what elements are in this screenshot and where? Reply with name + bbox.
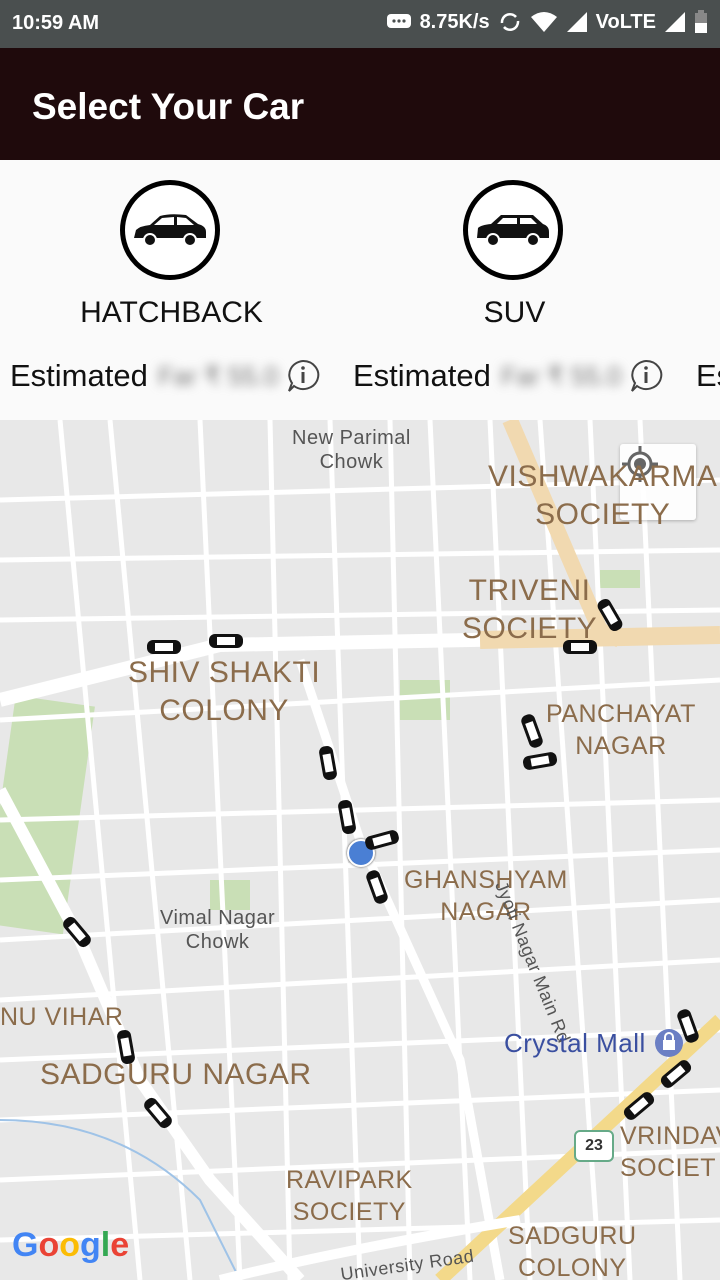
map-view[interactable]: New Parimal Chowk VISHWAKARMA SOCIETY TR… [0,420,720,1280]
fare-estimate: Estimated Far ₹ 55.0 [10,358,320,394]
highway-shield: 23 [574,1130,614,1162]
network-type: VoLTE [595,10,656,33]
car-option-suv[interactable]: SUV Estimated Far ₹ 55.0 [343,160,686,420]
label-new-parimal: New Parimal Chowk [292,427,411,473]
label-vimal: Vimal Nagar Chowk [160,907,276,953]
fare-estimate: Estimated Far ₹ 55.0 [353,358,663,394]
car-name: SUV [483,296,546,329]
sync-icon [500,13,519,31]
label-sadguru: SADGURU NAGAR [40,1058,312,1091]
label-nu-vihar: NU VIHAR [0,1003,124,1031]
label-triveni: TRIVENI SOCIETY [462,574,598,645]
hatchback-car-icon[interactable] [120,180,220,280]
estimate-value: Far ₹ 55.0 [157,360,279,391]
signal-icon-2 [665,12,685,32]
car-name: HATCHBACK [80,296,263,329]
label-panchayat: PANCHAYAT NAGAR [546,700,696,760]
car-selector: HATCHBACK Estimated Far ₹ 55.0 SUV Estim… [0,160,720,420]
taxi-icon[interactable] [562,638,598,656]
shopping-bag-icon [655,1029,683,1057]
label-shiv-shakti: SHIV SHAKTI COLONY [128,656,321,727]
message-icon [386,14,411,28]
label-sadguru-colony: SADGURU COLONY [508,1222,637,1280]
info-icon[interactable] [286,359,320,393]
label-vrindav: VRINDAV SOCIET [620,1122,720,1182]
signal-icon [566,12,587,32]
wifi-icon [530,12,557,32]
estimate-label: Estimated [10,358,148,393]
status-time: 10:59 AM [12,12,100,34]
network-speed: 8.75K/s [419,10,490,33]
estimate-label-partial: Es [696,358,720,393]
battery-icon [695,10,707,33]
info-icon[interactable] [629,359,663,393]
google-logo: Google [12,1226,130,1264]
estimate-value: Far ₹ 55.0 [500,360,622,391]
page-title: Select Your Car [32,86,305,127]
status-bar: 10:59 AM 8.75K/s VoLTE [0,0,720,48]
label-crystal-mall: Crystal Mall [504,1028,646,1058]
taxi-icon[interactable] [208,632,244,650]
taxi-icon[interactable] [146,638,182,656]
suv-car-icon[interactable] [463,180,563,280]
app-bar: Select Your Car [0,48,720,160]
car-option-hatchback[interactable]: HATCHBACK Estimated Far ₹ 55.0 [0,160,343,420]
estimate-label: Estimated [353,358,491,393]
label-vishwakarma: VISHWAKARMA SOCIETY [488,460,718,531]
label-ravipark: RAVIPARK SOCIETY [286,1166,413,1226]
status-icons: 8.75K/s VoLTE [386,10,708,34]
